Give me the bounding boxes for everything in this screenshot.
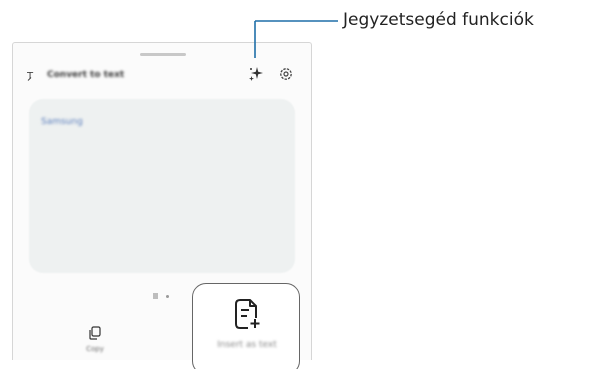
convert-title: Convert to text (47, 70, 125, 80)
feature-caption: Jegyzetsegéd funkciók (343, 10, 534, 30)
insert-text-button[interactable]: Insert as text (192, 283, 300, 369)
note-add-icon (234, 298, 262, 330)
copy-button[interactable]: Copy (65, 321, 125, 360)
copy-icon (87, 325, 103, 341)
gear-icon[interactable] (278, 66, 294, 82)
drag-handle[interactable] (140, 53, 186, 56)
sparkle-icon[interactable] (248, 66, 264, 82)
insert-text-label: Insert as text (217, 340, 277, 350)
page-indicator-dot (166, 294, 169, 298)
screenshot-page: T Convert to text Samsung Copy Insert as… (0, 0, 606, 369)
text-convert-icon: T (27, 68, 41, 82)
copy-label: Copy (86, 345, 104, 353)
page-indicator-current (153, 293, 158, 299)
converted-text: Samsung (41, 117, 83, 127)
page-indicator (153, 293, 169, 299)
convert-header: T Convert to text (27, 67, 124, 83)
